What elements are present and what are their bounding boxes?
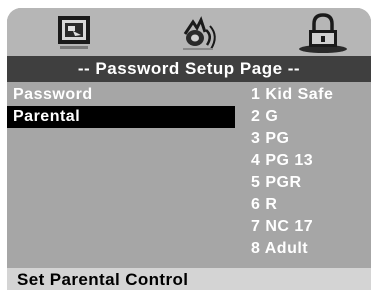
rating-option-nc-17[interactable]: 7 NC 17 [251, 216, 313, 238]
rating-option-g[interactable]: 2 G [251, 106, 278, 128]
tab-bar [7, 8, 371, 56]
rating-option-pgr[interactable]: 5 PGR [251, 172, 302, 194]
osd-screen: -- Password Setup Page -- Password Paren… [7, 8, 371, 290]
lock-icon [299, 13, 347, 53]
rating-option-kid-safe[interactable]: 1 Kid Safe [251, 84, 333, 106]
tab-audio[interactable] [171, 12, 227, 54]
menu-item-parental[interactable]: Parental [7, 106, 235, 128]
rating-option-pg-13[interactable]: 4 PG 13 [251, 150, 313, 172]
audio-icon [183, 16, 216, 50]
page-title: -- Password Setup Page -- [7, 56, 371, 82]
tab-password[interactable] [295, 12, 351, 54]
rating-option-r[interactable]: 6 R [251, 194, 277, 216]
tab-setup[interactable] [47, 12, 103, 54]
status-bar: Set Parental Control [7, 268, 371, 290]
rating-option-adult[interactable]: 8 Adult [251, 238, 308, 260]
menu-item-password[interactable]: Password [7, 84, 235, 106]
rating-option-pg[interactable]: 3 PG [251, 128, 289, 150]
setup-icon [58, 16, 90, 49]
settings-menu: Password Parental [7, 82, 235, 268]
